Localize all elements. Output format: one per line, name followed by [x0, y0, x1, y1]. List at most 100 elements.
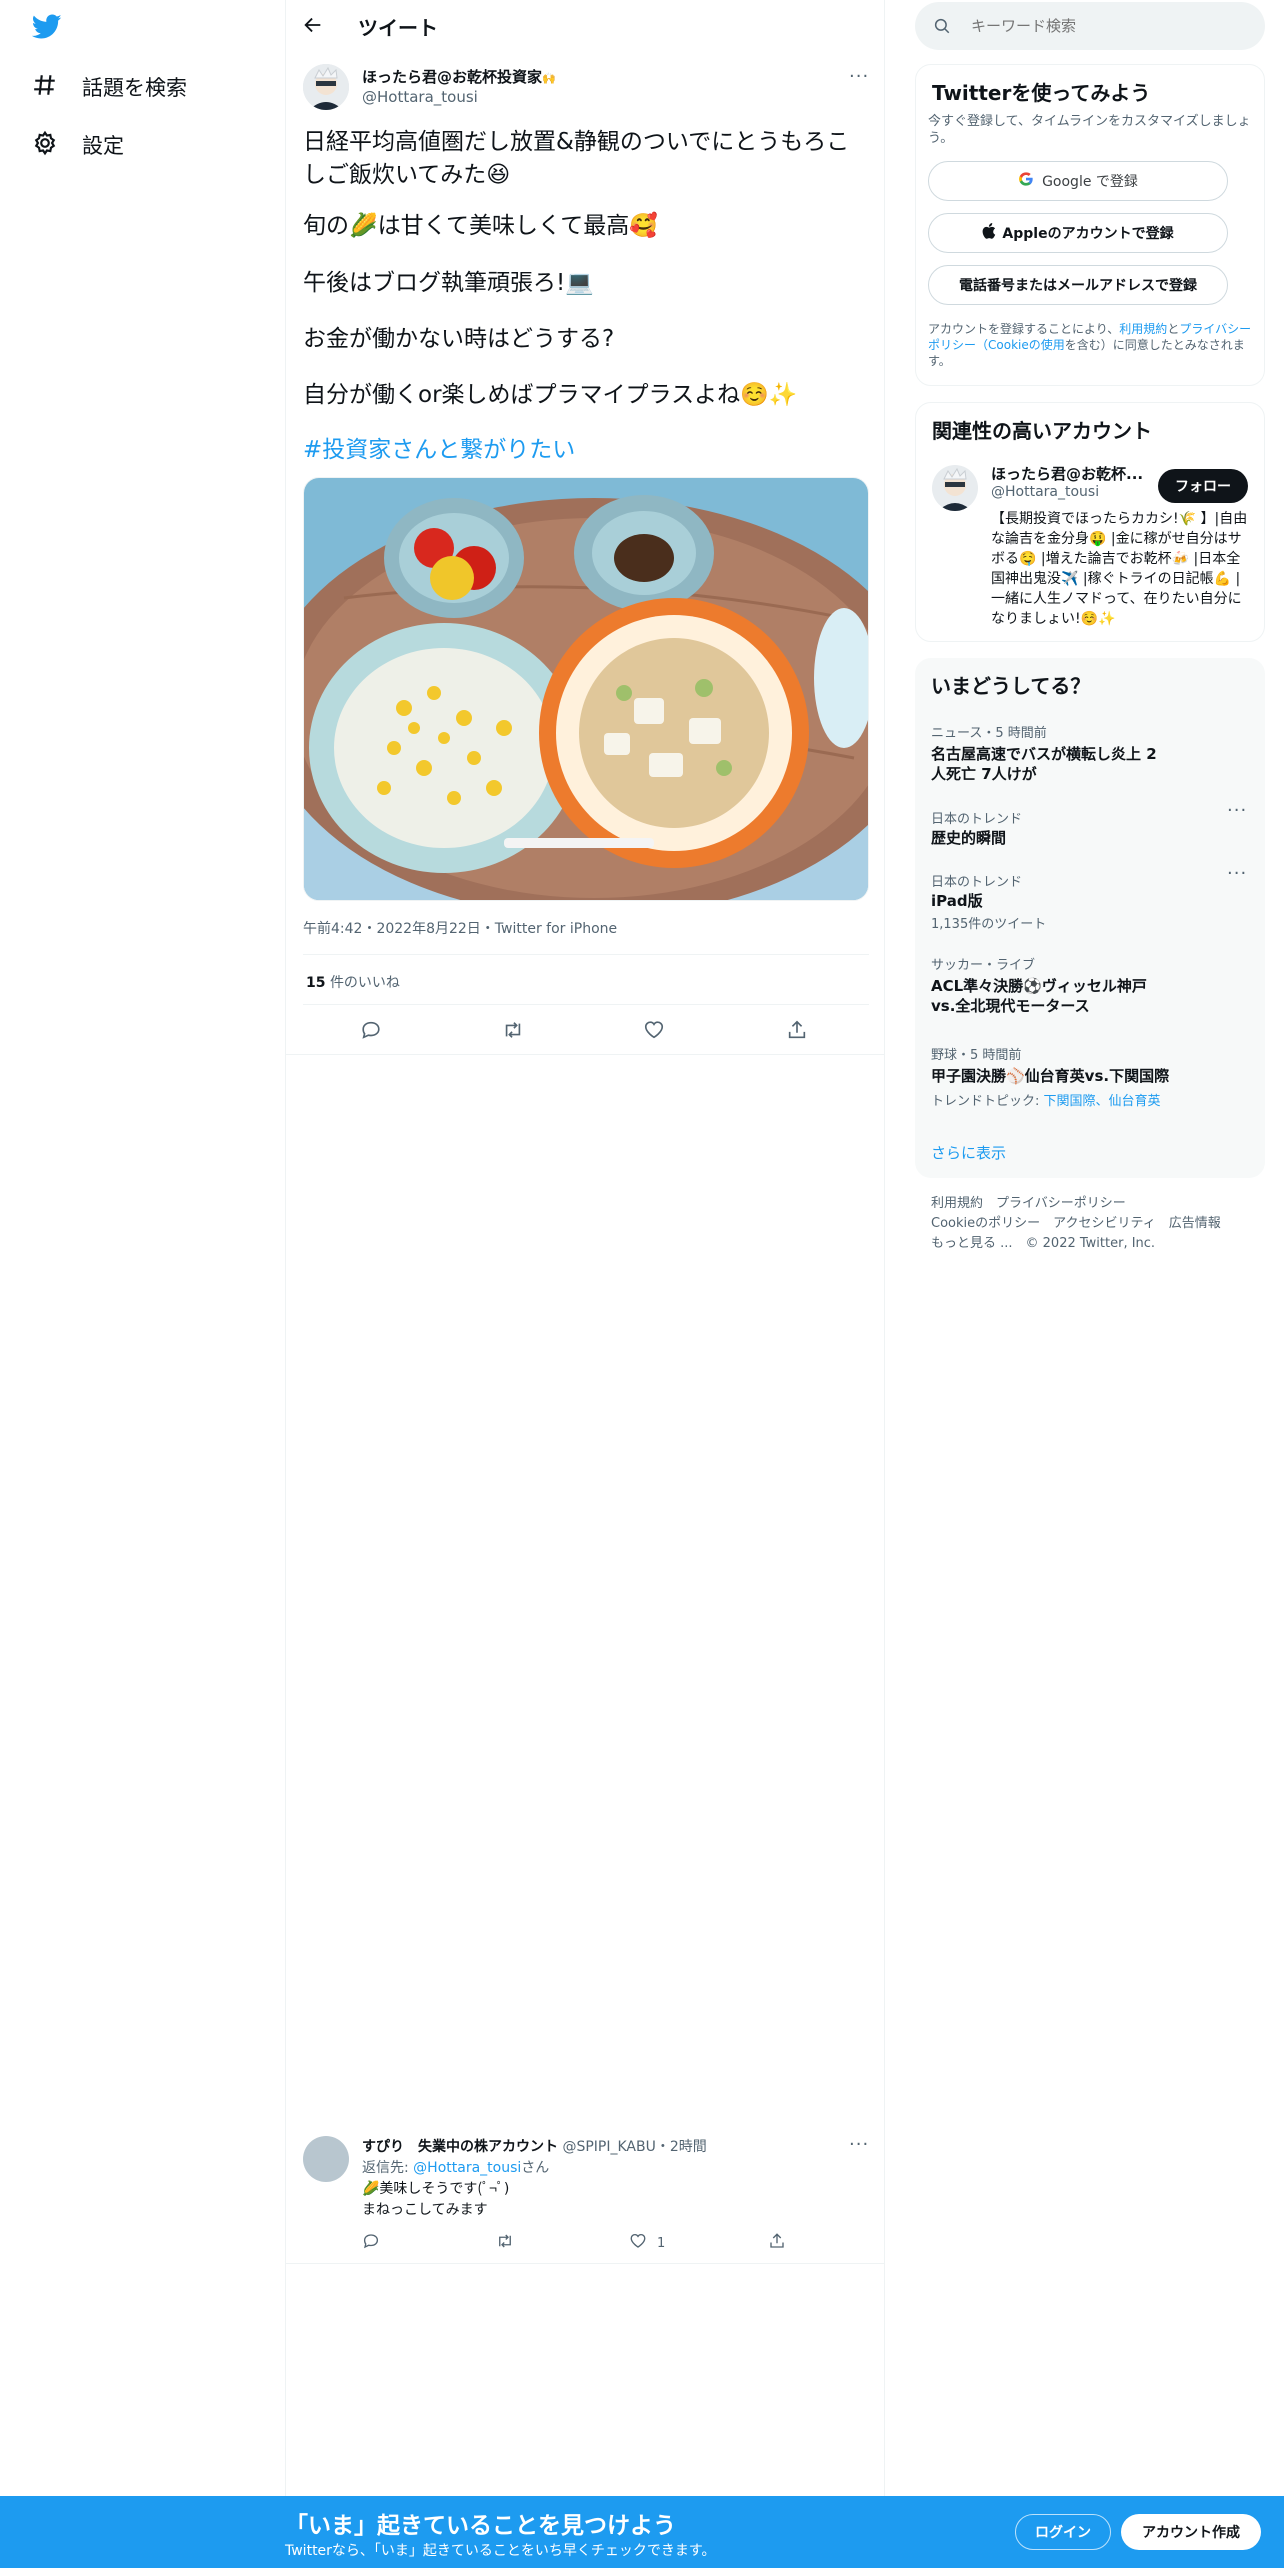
divider: [303, 954, 869, 955]
reply-like-button[interactable]: 1: [629, 2232, 665, 2254]
tweet-line: 日経平均高値圏だし放置&静観のついでにとうもろこしご飯炊いてみた😆: [303, 129, 850, 188]
reply-more-icon[interactable]: ···: [849, 2134, 869, 2155]
reply-to-suffix: さん: [521, 2160, 550, 2176]
trend-context: 日本のトレンド: [931, 812, 1023, 827]
trend-item[interactable]: 野球・5 時間前 甲子園決勝⚾仙台育英vs.下関国際 トレンドトピック: 下関国…: [915, 1036, 1265, 1109]
like-icon[interactable]: [643, 1019, 665, 1045]
reply-like-count: 1: [657, 2235, 666, 2251]
reply-avatar[interactable]: [303, 2136, 349, 2182]
trend-title: 甲子園決勝⚾仙台育英vs.下関国際: [931, 1067, 1170, 1085]
reply-text-line: 🌽美味しそうです(ﾟ¬ﾟ): [362, 2181, 510, 2197]
banner-subtitle: Twitterなら、「いま」起きていることをいち早くチェックできます。: [285, 2543, 716, 2559]
footer-line[interactable]: Cookieのポリシー アクセシビリティ 広告情報: [931, 1214, 1221, 1234]
reply-author-handle[interactable]: @SPIPI_KABU: [562, 2139, 655, 2155]
signup-card: Twitterを使ってみよう 今すぐ登録して、タイムラインをカスタマイズしましょ…: [915, 64, 1265, 386]
trend-title: ACL準々決勝⚽ヴィッセル神戸vs.全北現代モータース: [931, 977, 1147, 1015]
avatar[interactable]: [303, 64, 349, 110]
reply-author-name[interactable]: すぴり 失業中の株アカウント: [362, 2139, 558, 2155]
follow-button[interactable]: フォロー: [1158, 469, 1248, 503]
legal-prefix: アカウントを登録することにより、: [928, 322, 1120, 336]
related-accounts-card: 関連性の高いアカウント ほったら君@お乾杯... @Hottara_tousi …: [915, 402, 1265, 642]
reply-time[interactable]: ・2時間: [656, 2139, 707, 2155]
related-title: 関連性の高いアカウント: [932, 419, 1152, 443]
tweet-timestamp[interactable]: 午前4:42・2022年8月22日・Twitter for iPhone: [303, 918, 617, 938]
reply-to: 返信先: @Hottara_tousiさん: [362, 2157, 549, 2177]
gear-icon: [32, 130, 58, 160]
trend-item[interactable]: 日本のトレンド 歴史的瞬間 ···: [915, 800, 1265, 856]
signup-title: Twitterを使ってみよう: [932, 81, 1151, 105]
nav-settings-label: 設定: [82, 134, 124, 158]
retweet-icon[interactable]: [502, 1019, 524, 1045]
trend-item[interactable]: 日本のトレンド iPad版 1,135件のツイート ···: [915, 863, 1265, 935]
tweet-line: 旬の🌽は甘くて美味しくて最高🥰: [303, 213, 658, 239]
banner-title: 「いま」起きていることを見つけよう: [285, 2513, 676, 2539]
login-label: ログイン: [1035, 2525, 1091, 2541]
author-handle[interactable]: @Hottara_tousi: [362, 88, 478, 106]
legal-and: と: [1167, 322, 1180, 336]
nav-explore-label: 話題を検索: [82, 76, 187, 100]
related-bio: 【長期投資でほったらカカシ!🌾 】|自由な論吉を金分身🤑 |金に稼がせ自分はサボ…: [991, 511, 1248, 627]
google-icon: [1018, 171, 1034, 191]
apple-signup-button[interactable]: Appleのアカウントで登録: [928, 213, 1228, 253]
signup-banner: 「いま」起きていることを見つけよう Twitterなら、「いま」起きていることを…: [0, 2496, 1284, 2568]
trends-title: いまどうしてる？: [931, 674, 1091, 698]
trend-topics: トレンドトピック: 下関国際、仙台育英: [931, 1090, 1161, 1109]
nav-settings[interactable]: 設定: [32, 116, 124, 174]
trend-title: 歴史的瞬間: [931, 829, 1007, 847]
share-icon[interactable]: [786, 1019, 808, 1045]
trend-title: iPad版: [931, 892, 983, 910]
phone-signup-button[interactable]: 電話番号またはメールアドレスで登録: [928, 265, 1228, 305]
divider: [303, 1004, 869, 1005]
left-nav: 話題を検索 設定: [0, 0, 285, 2568]
trend-item[interactable]: ニュース・5 時間前 名古屋高速でバスが横転し炎上 2人死亡 7人けが: [915, 714, 1265, 790]
google-signup-button[interactable]: Google で登録: [928, 161, 1228, 201]
trends-card: いまどうしてる？ ニュース・5 時間前 名古屋高速でバスが横転し炎上 2人死亡 …: [915, 658, 1265, 1178]
trend-topic-prefix: トレンドトピック:: [931, 1094, 1044, 1109]
footer-links: 利用規約 プライバシーポリシー Cookieのポリシー アクセシビリティ 広告情…: [931, 1194, 1221, 1254]
follow-label: フォロー: [1175, 479, 1231, 495]
twitter-bird-icon[interactable]: [31, 14, 62, 44]
hash-icon: [32, 72, 58, 102]
tweet-photo[interactable]: [303, 477, 869, 901]
reply-like-icon: [629, 2232, 647, 2254]
login-button[interactable]: ログイン: [1015, 2514, 1111, 2550]
related-avatar[interactable]: [932, 465, 978, 511]
create-account-label: アカウント作成: [1142, 2525, 1240, 2541]
more-icon[interactable]: ···: [849, 66, 869, 87]
terms-link[interactable]: 利用規約: [1119, 322, 1167, 336]
nav-explore[interactable]: 話題を検索: [32, 58, 187, 116]
search-input[interactable]: [971, 14, 1241, 38]
reply-reply-icon[interactable]: [362, 2232, 380, 2254]
reply-share-icon[interactable]: [768, 2232, 786, 2254]
trend-tweet-count: 1,135件のツイート: [931, 917, 1047, 932]
divider: [286, 1054, 884, 1055]
reply-icon[interactable]: [360, 1019, 382, 1045]
footer-line[interactable]: もっと見る ... © 2022 Twitter, Inc.: [931, 1234, 1221, 1254]
trend-more-icon[interactable]: ···: [1227, 800, 1247, 821]
footer-line[interactable]: 利用規約 プライバシーポリシー: [931, 1194, 1221, 1214]
reply-to-handle[interactable]: @Hottara_tousi: [413, 2160, 521, 2176]
author-name[interactable]: ほったら君@お乾杯投資家: [362, 68, 542, 86]
reply-retweet-icon[interactable]: [496, 2232, 514, 2254]
trend-title: 名古屋高速でバスが横転し炎上 2人死亡 7人けが: [931, 745, 1157, 783]
back-arrow-icon[interactable]: [302, 14, 324, 40]
likes-count: 15: [306, 975, 326, 991]
search-box[interactable]: [915, 2, 1265, 50]
search-icon: [933, 17, 951, 39]
signup-subtitle: 今すぐ登録して、タイムラインをカスタマイズしましょう。: [928, 114, 1251, 146]
related-name[interactable]: ほったら君@お乾杯...: [991, 463, 1143, 484]
trend-topic-links[interactable]: 下関国際、仙台育英: [1044, 1094, 1161, 1109]
show-more-link[interactable]: さらに表示: [931, 1142, 1006, 1163]
tweet-line: 自分が働くor楽しめばプラマイプラスよね☺️✨: [303, 382, 798, 408]
trend-item[interactable]: サッカー・ライブ ACL準々決勝⚽ヴィッセル神戸vs.全北現代モータース: [915, 946, 1265, 1026]
hashtag-link[interactable]: #投資家さんと繋がりたい: [303, 434, 575, 467]
likes-summary[interactable]: 15 件のいいね: [306, 972, 400, 992]
create-account-button[interactable]: アカウント作成: [1121, 2514, 1261, 2550]
trend-more-icon[interactable]: ···: [1227, 863, 1247, 884]
reply-to-prefix: 返信先:: [362, 2160, 414, 2176]
likes-label: 件のいいね: [329, 975, 400, 991]
related-handle[interactable]: @Hottara_tousi: [991, 484, 1099, 500]
trend-context: 日本のトレンド: [931, 875, 1023, 890]
apple-signup-label: Appleのアカウントで登録: [1002, 226, 1174, 242]
apple-icon: [982, 223, 996, 243]
